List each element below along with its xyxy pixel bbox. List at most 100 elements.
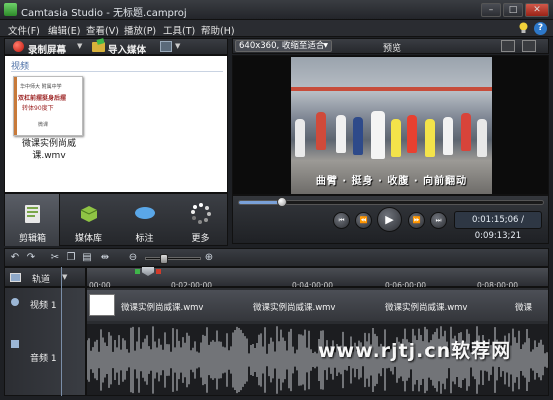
redo-icon[interactable]: ↷ xyxy=(25,252,37,264)
zoom-slider-handle[interactable] xyxy=(160,254,168,264)
person-figure xyxy=(461,113,471,151)
person-figure xyxy=(443,117,453,155)
clip-name[interactable]: 微课实例尚威课.wmv xyxy=(9,138,89,162)
tip-bulb-icon[interactable] xyxy=(519,22,528,34)
import-media-button[interactable]: 导入媒体 xyxy=(108,42,146,56)
video-clip-label: 微课实例尚威课.wmv xyxy=(121,303,204,313)
scrub-bar[interactable] xyxy=(238,197,544,207)
person-figure xyxy=(295,119,305,157)
video-clip-thumbnail xyxy=(89,294,115,316)
selection-start-marker[interactable] xyxy=(135,269,140,274)
preview-toolbar: 640x360, 收缩至适合 ▼ 预览 xyxy=(232,38,549,54)
rewind-button[interactable]: ⏪ xyxy=(355,212,372,229)
zoom-in-icon[interactable]: ⊕ xyxy=(203,252,215,264)
cut-icon[interactable]: ✂ xyxy=(49,252,61,264)
person-figure xyxy=(477,119,487,157)
person-figure xyxy=(371,111,385,159)
audio-track-label: 音频 1 xyxy=(30,354,57,364)
view-dropdown-icon[interactable]: ▼ xyxy=(175,42,180,50)
video-subtitle: 曲臂 · 挺身 · 收腹 · 向前翻动 xyxy=(315,176,468,187)
tab-clip-bin[interactable]: 剪辑箱 xyxy=(5,194,60,246)
jump-to-end-button[interactable]: ⏭ xyxy=(430,212,447,229)
menu-view[interactable]: 查看(V) xyxy=(86,23,119,37)
gym-stripe xyxy=(291,87,492,91)
timeline-ruler[interactable]: 00:00 0:02:00;00 0:04:00;00 0:06:00;00 0… xyxy=(86,267,549,290)
video-clip-label: 微课实例尚威课.wmv xyxy=(385,303,468,313)
zoom-dropdown-icon: ▼ xyxy=(323,42,328,49)
playhead-line xyxy=(61,267,62,396)
paste-icon[interactable]: ▤ xyxy=(81,252,93,264)
app-icon xyxy=(4,3,17,16)
close-button[interactable]: ✕ xyxy=(525,3,549,17)
menu-tools[interactable]: 工具(T) xyxy=(163,23,195,37)
split-icon[interactable]: ⇹ xyxy=(99,252,111,264)
tab-callout[interactable]: 标注 xyxy=(117,194,172,246)
window-title: Camtasia Studio - 无标题.camproj xyxy=(21,8,187,19)
audio-track-toggle-icon[interactable] xyxy=(11,340,19,348)
person-figure xyxy=(336,115,346,153)
timeline-toolbar: ↶ ↷ ✂ ❐ ▤ ⇹ ⊖ ⊕ xyxy=(4,248,549,267)
person-figure xyxy=(391,119,401,157)
timecode-display: 0:01:15;06 / 0:09:13;21 xyxy=(454,211,542,241)
jump-to-start-button[interactable]: ⏮ xyxy=(333,212,350,229)
callout-icon xyxy=(135,207,155,219)
import-folder-icon xyxy=(92,42,105,52)
selection-end-marker[interactable] xyxy=(156,269,161,274)
zoom-select[interactable]: 640x360, 收缩至适合 ▼ xyxy=(235,40,332,52)
zoom-select-value: 640x360, 收缩至适合 xyxy=(239,41,325,51)
thumb-line-3: 转体90度下 xyxy=(22,105,54,112)
copy-icon[interactable]: ❐ xyxy=(65,252,77,264)
record-icon xyxy=(13,41,24,52)
video-clip-label: 微课 xyxy=(515,303,533,313)
record-dropdown-icon[interactable]: ▼ xyxy=(77,42,82,50)
tab-more-label: 更多 xyxy=(191,234,210,244)
tab-clip-bin-label: 剪辑箱 xyxy=(18,234,46,244)
play-button[interactable]: ▶ xyxy=(377,207,402,232)
task-tabs: 剪辑箱 媒体库 标注 更多 xyxy=(4,193,228,246)
section-divider xyxy=(11,71,223,72)
detach-preview-icon[interactable] xyxy=(522,40,536,52)
record-screen-button[interactable]: 录制屏幕 xyxy=(28,42,66,56)
title-bar: Camtasia Studio - 无标题.camproj – □ ✕ xyxy=(0,0,553,20)
clip-bin-icon xyxy=(25,205,40,223)
menu-help[interactable]: 帮助(H) xyxy=(201,23,235,37)
preview-canvas[interactable]: 曲臂 · 挺身 · 收腹 · 向前翻动 xyxy=(232,55,549,195)
tracks-menu-label[interactable]: 轨道 xyxy=(32,272,50,285)
video-track-toggle-icon[interactable] xyxy=(11,298,19,306)
menu-edit[interactable]: 编辑(E) xyxy=(48,23,80,37)
help-icon[interactable]: ? xyxy=(534,22,547,35)
fast-forward-button[interactable]: ⏩ xyxy=(408,212,425,229)
clip-thumbnail[interactable]: 华中师大 附属中学 双杠前摆挺身后摆 转体90度下 微课 xyxy=(13,76,83,136)
tab-library[interactable]: 媒体库 xyxy=(61,194,116,246)
minimize-button[interactable]: – xyxy=(481,3,501,17)
person-figure xyxy=(353,117,363,155)
thumb-line-1: 华中师大 附属中学 xyxy=(20,84,62,90)
scrub-handle[interactable] xyxy=(276,197,287,207)
tab-library-label: 媒体库 xyxy=(74,234,102,244)
tab-callout-label: 标注 xyxy=(135,234,154,244)
zoom-out-icon[interactable]: ⊖ xyxy=(127,252,139,264)
video-track-label: 视频 1 xyxy=(30,301,57,311)
video-track[interactable]: 微课实例尚威课.wmv 微课实例尚威课.wmv 微课实例尚威课.wmv 微课 xyxy=(87,290,548,321)
maximize-button[interactable]: □ xyxy=(503,3,523,17)
clip-bin-panel: 视频 华中师大 附属中学 双杠前摆挺身后摆 转体90度下 微课 微课实例尚威课.… xyxy=(4,55,228,193)
menu-play[interactable]: 播放(P) xyxy=(124,23,156,37)
thumb-stripe xyxy=(14,77,17,135)
person-figure xyxy=(316,112,326,150)
undo-icon[interactable]: ↶ xyxy=(9,252,21,264)
tracks-dropdown-icon[interactable]: ▼ xyxy=(62,273,67,281)
menu-bar: 文件(F) 编辑(E) 查看(V) 播放(P) 工具(T) 帮助(H) ? xyxy=(0,20,553,37)
view-mode-icon[interactable] xyxy=(160,41,172,52)
more-icon xyxy=(191,203,211,224)
thumb-line-4: 微课 xyxy=(38,122,49,128)
playhead-handle[interactable] xyxy=(142,267,154,276)
menu-file[interactable]: 文件(F) xyxy=(8,23,40,37)
person-figure xyxy=(425,119,435,157)
timeline-zoom-slider[interactable] xyxy=(145,254,201,264)
thumb-line-2: 双杠前摆挺身后摆 xyxy=(18,95,67,102)
fullscreen-icon[interactable] xyxy=(501,40,515,52)
tab-more[interactable]: 更多 xyxy=(173,194,228,246)
track-header: 轨道 ▼ xyxy=(4,267,86,287)
preview-title: 预览 xyxy=(383,44,402,54)
track-list-icon[interactable] xyxy=(10,273,21,282)
